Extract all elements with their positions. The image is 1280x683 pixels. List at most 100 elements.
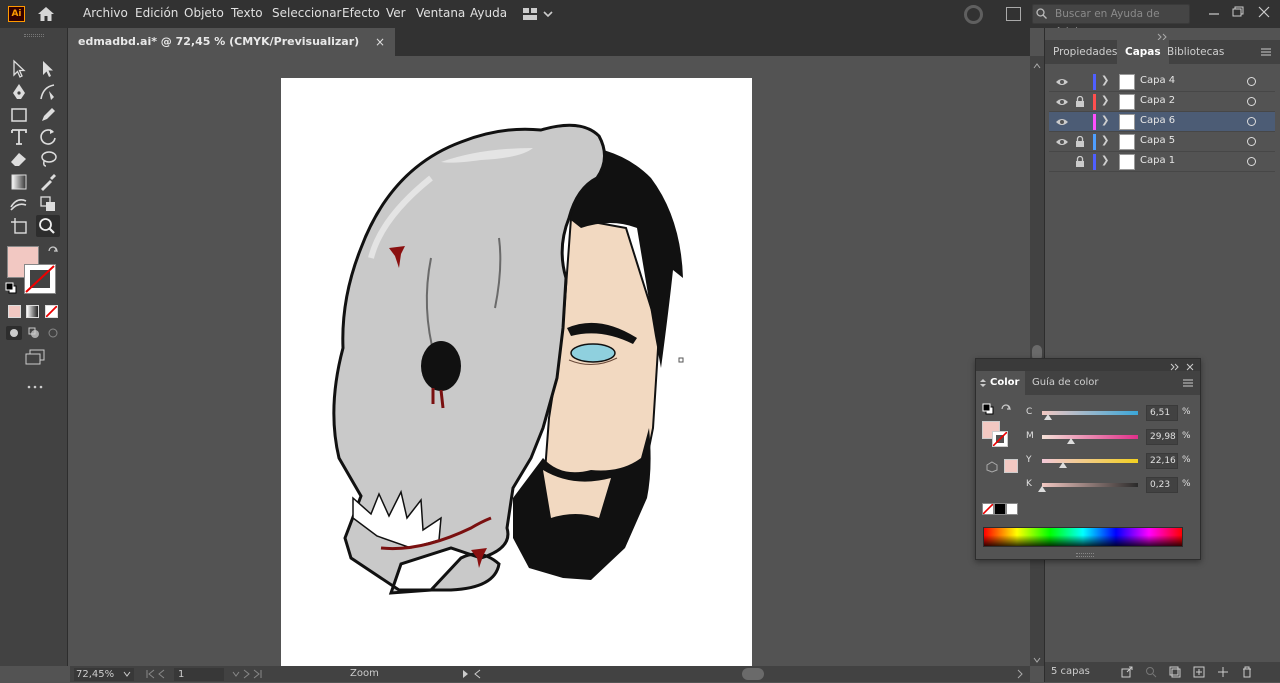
menu-ventana[interactable]: Ventana [416,6,465,20]
menu-seleccionar[interactable]: Seleccionar [272,6,341,20]
panel-menu-icon[interactable] [1259,46,1273,58]
menu-objeto[interactable]: Objeto [184,6,224,20]
tab-propiedades[interactable]: Propiedades [1045,40,1125,64]
document-tab[interactable]: edmadbd.ai* @ 72,45 % (CMYK/Previsualiza… [70,28,395,76]
lock-toggle-empty[interactable] [1075,116,1085,127]
layer-row[interactable]: ❯ Capa 5 [1049,132,1275,152]
help-search-input[interactable]: Buscar en Ayuda de Adobe [1032,4,1190,38]
draw-inside-icon[interactable] [45,326,61,340]
default-fill-stroke-icon[interactable] [5,282,17,294]
none-mode-icon[interactable] [45,305,58,318]
clipping-mask-icon[interactable] [1169,666,1181,678]
canvas-area[interactable] [70,56,1030,666]
expand-chevron-icon[interactable]: ❯ [1101,155,1109,166]
rotate-tool-icon[interactable] [37,126,59,148]
close-tab-icon[interactable]: × [375,36,387,48]
horizontal-scroll-thumb[interactable] [742,668,764,680]
target-circle-icon[interactable] [1247,137,1256,146]
layer-row[interactable]: ❯ Capa 4 [1049,72,1275,92]
visibility-eye-icon[interactable] [1055,96,1069,108]
channel-slider-track[interactable] [1042,459,1138,463]
none-color-swatch[interactable] [982,503,994,515]
stroke-swatch[interactable] [24,264,56,294]
menu-ayuda[interactable]: Ayuda [470,6,507,20]
minimize-icon[interactable] [1206,4,1222,20]
draw-behind-icon[interactable] [26,326,42,340]
lock-icon[interactable] [1075,95,1085,107]
target-circle-icon[interactable] [1247,97,1256,106]
target-circle-icon[interactable] [1247,117,1256,126]
color-mode-icon[interactable] [8,305,21,318]
channel-slider-knob[interactable] [1066,438,1075,444]
edit-toolbar-icon[interactable] [26,380,44,389]
type-tool-icon[interactable] [8,126,30,148]
white-color-swatch[interactable] [1006,503,1018,515]
visibility-eye-icon[interactable] [1055,136,1069,148]
channel-slider-track[interactable] [1042,483,1138,487]
expand-chevron-icon[interactable]: ❯ [1101,115,1109,126]
channel-value-input[interactable]: 22,16 [1146,453,1178,469]
eyedropper-tool-icon[interactable] [37,171,59,193]
zoom-dropdown-icon[interactable] [122,668,132,680]
shape-builder-tool-icon[interactable] [37,193,59,215]
pencil-tool-icon[interactable] [37,104,59,126]
visibility-eye-icon[interactable] [1055,76,1069,88]
black-color-swatch[interactable] [994,503,1006,515]
tab-bibliotecas[interactable]: Bibliotecas [1159,40,1232,64]
tab-guia-de-color[interactable]: Guía de color [1026,371,1104,395]
pen-tool-icon[interactable] [8,81,30,103]
channel-slider-track[interactable] [1042,435,1138,439]
color-panel-close-icon[interactable] [1186,361,1194,371]
close-window-icon[interactable] [1256,4,1272,20]
expand-chevron-icon[interactable]: ❯ [1101,95,1109,106]
lock-toggle-empty[interactable] [1075,76,1085,87]
layer-row[interactable]: ❯ Capa 2 [1049,92,1275,112]
lock-icon[interactable] [1075,135,1085,147]
home-icon[interactable] [36,5,56,23]
visibility-eye-icon[interactable] [1055,116,1069,128]
new-sublayer-icon[interactable] [1193,666,1205,678]
export-icon[interactable] [1121,666,1133,678]
screen-mode-icon[interactable] [24,349,46,365]
channel-value-input[interactable]: 29,98 [1146,429,1178,445]
status-arrows-icon[interactable] [460,668,484,680]
channel-value-input[interactable]: 6,51 [1146,405,1178,421]
channel-value-input[interactable]: 0,23 [1146,477,1178,493]
rectangle-tool-icon[interactable] [8,104,30,126]
menu-efecto[interactable]: Efecto [342,6,380,20]
panel-collapse-icon[interactable] [1155,30,1171,41]
gradient-mode-icon[interactable] [26,305,39,318]
target-circle-icon[interactable] [1247,77,1256,86]
locate-object-icon[interactable] [1145,666,1157,678]
first-prev-artboard-icon[interactable] [144,668,172,680]
scroll-right-icon[interactable] [1014,668,1026,680]
tab-color[interactable]: Color [976,371,1026,395]
swap-fill-stroke-icon[interactable] [47,245,59,257]
color-panel-menu-icon[interactable] [1182,377,1194,389]
visibility-toggle-empty[interactable] [1055,156,1069,168]
draw-normal-icon[interactable] [6,326,22,340]
artboard[interactable] [281,78,752,666]
channel-slider-knob[interactable] [1059,462,1068,468]
target-circle-icon[interactable] [1247,157,1256,166]
workspace-switcher-icon[interactable] [522,6,558,22]
selection-tool-icon[interactable] [8,58,30,80]
delete-layer-icon[interactable] [1241,666,1253,678]
channel-slider-knob[interactable] [1038,486,1047,492]
eraser-tool-icon[interactable] [8,148,30,170]
color-panel-resize-grip[interactable] [1076,553,1094,557]
toolbar-grip[interactable] [24,34,44,37]
layer-row[interactable]: ❯ Capa 6 [1049,112,1275,132]
expand-chevron-icon[interactable]: ❯ [1101,75,1109,86]
color-panel-titlebar[interactable] [976,359,1200,371]
blend-tool-icon[interactable] [8,193,30,215]
gradient-tool-icon[interactable] [8,171,30,193]
menu-texto[interactable]: Texto [231,6,263,20]
channel-slider-track[interactable] [1042,411,1138,415]
layer-row[interactable]: ❯ Capa 1 [1049,152,1275,172]
expand-chevron-icon[interactable]: ❯ [1101,135,1109,146]
direct-selection-tool-icon[interactable] [37,58,59,80]
restore-icon[interactable] [1230,4,1246,20]
menu-ver[interactable]: Ver [386,6,406,20]
scroll-down-icon[interactable] [1032,654,1042,663]
